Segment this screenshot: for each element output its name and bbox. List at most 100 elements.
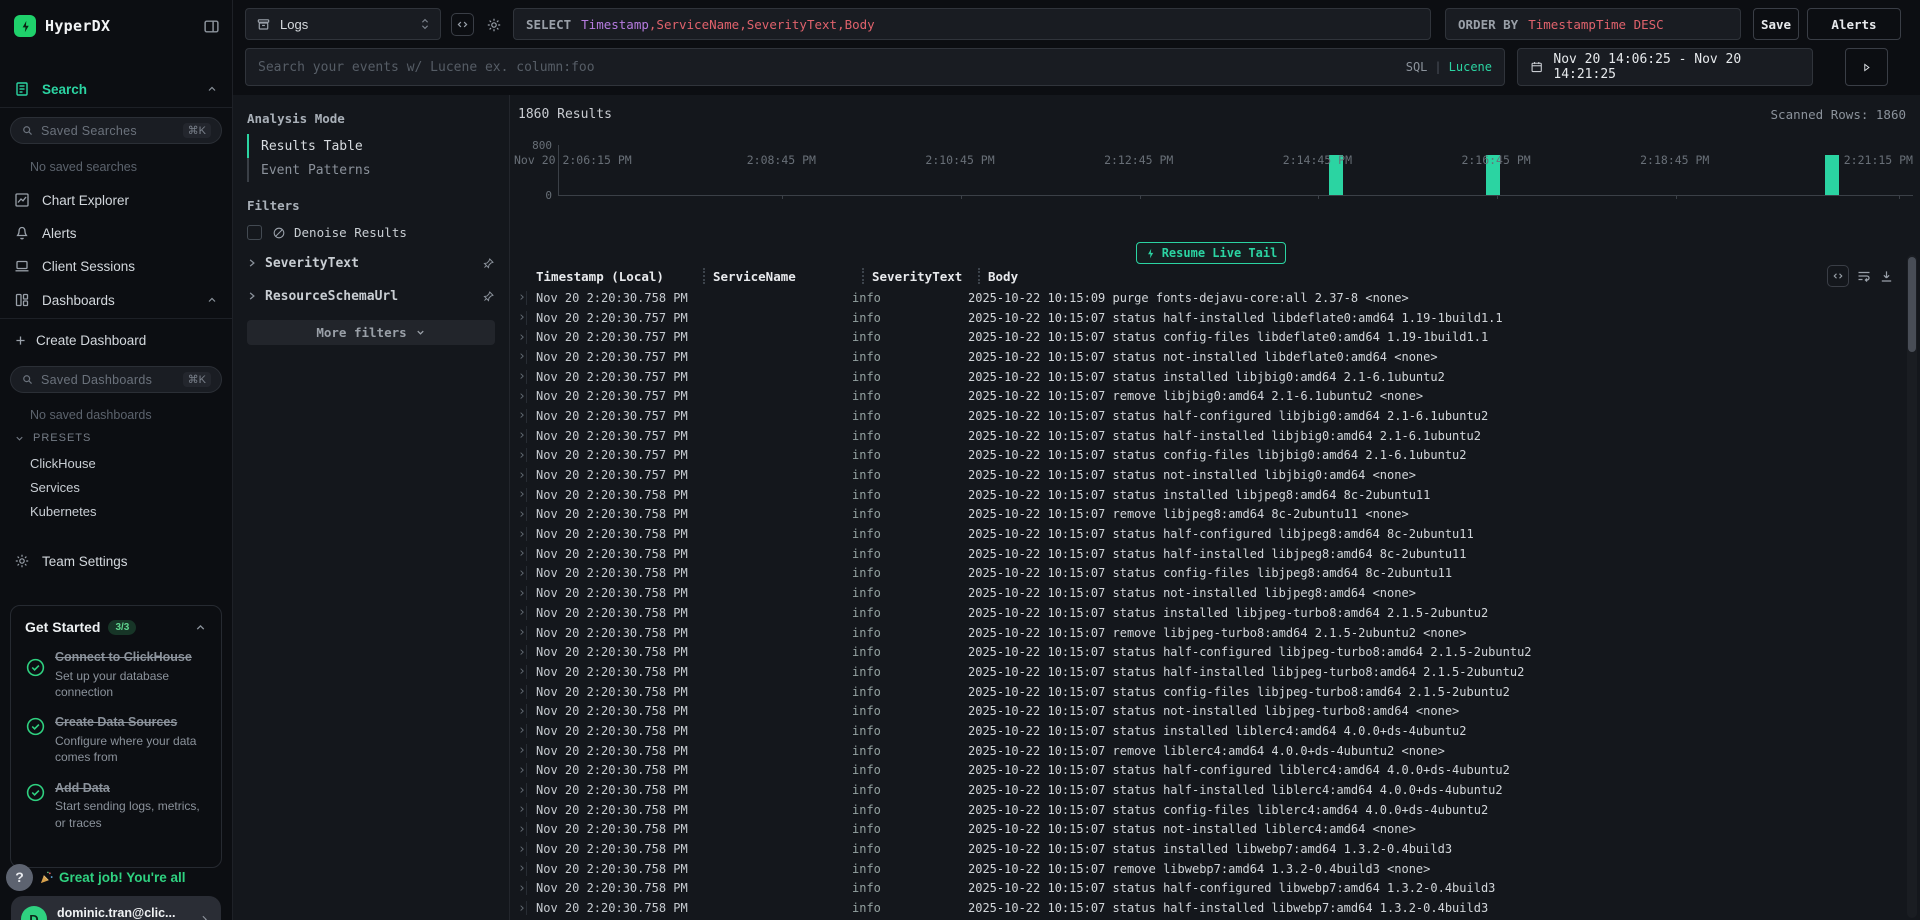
log-row[interactable]: ›Nov 20 2:20:30.758 PMinfo2025-10-22 10:… [510, 603, 1898, 623]
log-row[interactable]: ›Nov 20 2:20:30.757 PMinfo2025-10-22 10:… [510, 406, 1898, 426]
collapse-sidebar-icon[interactable] [203, 18, 220, 35]
code-view-button[interactable] [451, 13, 474, 36]
row-expand-icon[interactable]: › [510, 606, 526, 619]
row-expand-icon[interactable]: › [510, 390, 526, 403]
log-row[interactable]: ›Nov 20 2:20:30.757 PMinfo2025-10-22 10:… [510, 308, 1898, 328]
row-expand-icon[interactable]: › [510, 429, 526, 442]
row-expand-icon[interactable]: › [510, 508, 526, 521]
row-expand-icon[interactable]: › [510, 587, 526, 600]
log-row[interactable]: ›Nov 20 2:20:30.758 PMinfo2025-10-22 10:… [510, 859, 1898, 879]
sql-mode-toggle[interactable]: SQL [1406, 60, 1428, 74]
create-dashboard-button[interactable]: Create Dashboard [0, 328, 232, 352]
log-row[interactable]: ›Nov 20 2:20:30.758 PMinfo2025-10-22 10:… [510, 642, 1898, 662]
mode-event-patterns[interactable]: Event Patterns [247, 158, 495, 182]
row-expand-icon[interactable]: › [510, 665, 526, 678]
row-expand-icon[interactable]: › [510, 823, 526, 836]
row-expand-icon[interactable]: › [510, 488, 526, 501]
row-expand-icon[interactable]: › [510, 784, 526, 797]
sidebar-item-search[interactable]: Search [0, 76, 232, 102]
log-row[interactable]: ›Nov 20 2:20:30.758 PMinfo2025-10-22 10:… [510, 780, 1898, 800]
log-row[interactable]: ›Nov 20 2:20:30.758 PMinfo2025-10-22 10:… [510, 839, 1898, 859]
row-expand-icon[interactable]: › [510, 567, 526, 580]
column-header-body[interactable]: Body [978, 268, 1898, 284]
filter-group-resourceschemaurl[interactable]: ResourceSchemaUrl [247, 286, 495, 306]
run-query-button[interactable] [1845, 48, 1888, 86]
select-columns-input[interactable]: SELECT Timestamp,ServiceName,SeverityTex… [513, 8, 1431, 40]
saved-dashboards-input[interactable]: Saved Dashboards ⌘K [10, 366, 222, 393]
row-expand-icon[interactable]: › [510, 626, 526, 639]
row-expand-icon[interactable]: › [510, 331, 526, 344]
log-row[interactable]: ›Nov 20 2:20:30.758 PMinfo2025-10-22 10:… [510, 879, 1898, 899]
row-expand-icon[interactable]: › [510, 646, 526, 659]
log-row[interactable]: ›Nov 20 2:20:30.758 PMinfo2025-10-22 10:… [510, 682, 1898, 702]
log-row[interactable]: ›Nov 20 2:20:30.758 PMinfo2025-10-22 10:… [510, 662, 1898, 682]
row-expand-icon[interactable]: › [510, 685, 526, 698]
log-row[interactable]: ›Nov 20 2:20:30.758 PMinfo2025-10-22 10:… [510, 564, 1898, 584]
log-row[interactable]: ›Nov 20 2:20:30.757 PMinfo2025-10-22 10:… [510, 386, 1898, 406]
chart-bar[interactable] [1825, 155, 1839, 195]
row-expand-icon[interactable]: › [510, 449, 526, 462]
saved-searches-input[interactable]: Saved Searches ⌘K [10, 117, 222, 144]
row-expand-icon[interactable]: › [510, 311, 526, 324]
row-expand-icon[interactable]: › [510, 902, 526, 915]
date-range-picker[interactable]: Nov 20 14:06:25 - Nov 20 14:21:25 [1517, 48, 1813, 86]
source-settings-button[interactable] [482, 13, 505, 36]
row-expand-icon[interactable]: › [510, 705, 526, 718]
log-row[interactable]: ›Nov 20 2:20:30.758 PMinfo2025-10-22 10:… [510, 524, 1898, 544]
log-row[interactable]: ›Nov 20 2:20:30.758 PMinfo2025-10-22 10:… [510, 721, 1898, 741]
row-expand-icon[interactable]: › [510, 350, 526, 363]
column-header-timestamp[interactable]: Timestamp (Local) [536, 268, 703, 284]
log-row[interactable]: ›Nov 20 2:20:30.758 PMinfo2025-10-22 10:… [510, 544, 1898, 564]
log-row[interactable]: ›Nov 20 2:20:30.758 PMinfo2025-10-22 10:… [510, 800, 1898, 820]
search-input[interactable]: Search your events w/ Lucene ex. column:… [245, 48, 1505, 86]
row-expand-icon[interactable]: › [510, 803, 526, 816]
pin-icon[interactable] [482, 257, 495, 270]
alerts-button[interactable]: Alerts [1807, 8, 1901, 40]
preset-clickhouse[interactable]: ClickHouse [30, 456, 96, 471]
save-button[interactable]: Save [1753, 8, 1799, 40]
log-row[interactable]: ›Nov 20 2:20:30.757 PMinfo2025-10-22 10:… [510, 446, 1898, 466]
log-row[interactable]: ›Nov 20 2:20:30.757 PMinfo2025-10-22 10:… [510, 367, 1898, 387]
scrollbar-thumb[interactable] [1908, 257, 1916, 352]
log-row[interactable]: ›Nov 20 2:20:30.757 PMinfo2025-10-22 10:… [510, 327, 1898, 347]
row-expand-icon[interactable]: › [510, 843, 526, 856]
log-row[interactable]: ›Nov 20 2:20:30.758 PMinfo2025-10-22 10:… [510, 485, 1898, 505]
log-row[interactable]: ›Nov 20 2:20:30.758 PMinfo2025-10-22 10:… [510, 741, 1898, 761]
denoise-checkbox[interactable] [247, 225, 262, 240]
log-row[interactable]: ›Nov 20 2:20:30.757 PMinfo2025-10-22 10:… [510, 347, 1898, 367]
row-expand-icon[interactable]: › [510, 291, 526, 304]
sidebar-item-chart-explorer[interactable]: Chart Explorer [0, 187, 232, 213]
preset-kubernetes[interactable]: Kubernetes [30, 504, 97, 519]
row-expand-icon[interactable]: › [510, 724, 526, 737]
presets-header[interactable]: PRESETS [14, 432, 91, 444]
preset-services[interactable]: Services [30, 480, 80, 495]
row-expand-icon[interactable]: › [510, 547, 526, 560]
lucene-mode-toggle[interactable]: Lucene [1449, 60, 1492, 74]
resume-live-tail-button[interactable]: Resume Live Tail [1136, 242, 1286, 264]
log-row[interactable]: ›Nov 20 2:20:30.758 PMinfo2025-10-22 10:… [510, 505, 1898, 525]
sidebar-item-dashboards[interactable]: Dashboards [0, 287, 232, 313]
orderby-input[interactable]: ORDER BY TimestampTime DESC [1445, 8, 1741, 40]
log-row[interactable]: ›Nov 20 2:20:30.758 PMinfo2025-10-22 10:… [510, 623, 1898, 643]
column-header-servicename[interactable]: ServiceName [703, 268, 862, 284]
sidebar-item-team-settings[interactable]: Team Settings [0, 548, 232, 574]
sidebar-item-client-sessions[interactable]: Client Sessions [0, 253, 232, 279]
user-menu[interactable]: D dominic.tran@clic... dominic.tran@clic… [11, 896, 221, 920]
row-expand-icon[interactable]: › [510, 409, 526, 422]
log-row[interactable]: ›Nov 20 2:20:30.758 PMinfo2025-10-22 10:… [510, 898, 1898, 918]
log-row[interactable]: ›Nov 20 2:20:30.757 PMinfo2025-10-22 10:… [510, 465, 1898, 485]
source-select[interactable]: Logs [245, 8, 441, 40]
row-expand-icon[interactable]: › [510, 744, 526, 757]
log-row[interactable]: ›Nov 20 2:20:30.758 PMinfo2025-10-22 10:… [510, 583, 1898, 603]
row-expand-icon[interactable]: › [510, 882, 526, 895]
denoise-results-toggle[interactable]: Denoise Results [247, 225, 495, 240]
log-row[interactable]: ›Nov 20 2:20:30.758 PMinfo2025-10-22 10:… [510, 820, 1898, 840]
filter-group-severitytext[interactable]: SeverityText [247, 253, 495, 273]
log-row[interactable]: ›Nov 20 2:20:30.757 PMinfo2025-10-22 10:… [510, 426, 1898, 446]
log-row[interactable]: ›Nov 20 2:20:30.758 PMinfo2025-10-22 10:… [510, 701, 1898, 721]
log-row[interactable]: ›Nov 20 2:20:30.758 PMinfo2025-10-22 10:… [510, 761, 1898, 781]
help-button[interactable]: ? [6, 864, 33, 891]
row-expand-icon[interactable]: › [510, 862, 526, 875]
row-expand-icon[interactable]: › [510, 370, 526, 383]
row-expand-icon[interactable]: › [510, 764, 526, 777]
